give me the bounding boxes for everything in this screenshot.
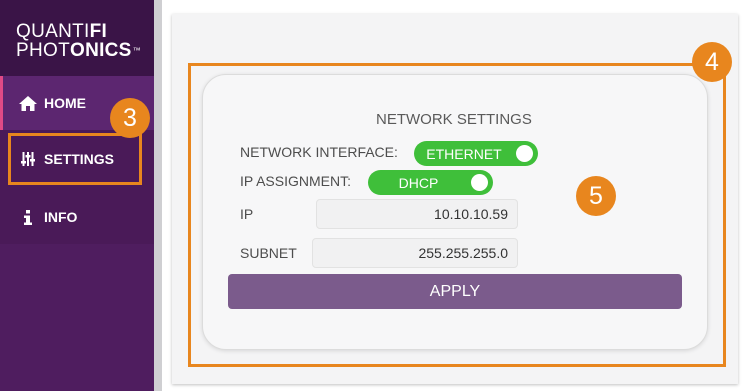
sidebar-divider <box>154 0 162 391</box>
panel-highlight-box <box>188 63 726 367</box>
home-icon <box>18 95 38 111</box>
annotation-badge-3: 3 <box>110 98 150 138</box>
annotation-badge-4: 4 <box>692 42 732 82</box>
sidebar-item-label: INFO <box>44 209 78 225</box>
sidebar-filler <box>0 244 154 391</box>
info-icon <box>18 209 38 225</box>
sidebar-item-info[interactable]: INFO <box>0 190 154 244</box>
sidebar-item-label: HOME <box>44 95 86 111</box>
sidebar: QUANTIFI PHOTONICS™ HOME SETTINGS INFO <box>0 0 154 391</box>
annotation-badge-5: 5 <box>576 176 616 216</box>
brand-logo: QUANTIFI PHOTONICS™ <box>0 0 154 76</box>
settings-highlight-box <box>8 133 142 185</box>
